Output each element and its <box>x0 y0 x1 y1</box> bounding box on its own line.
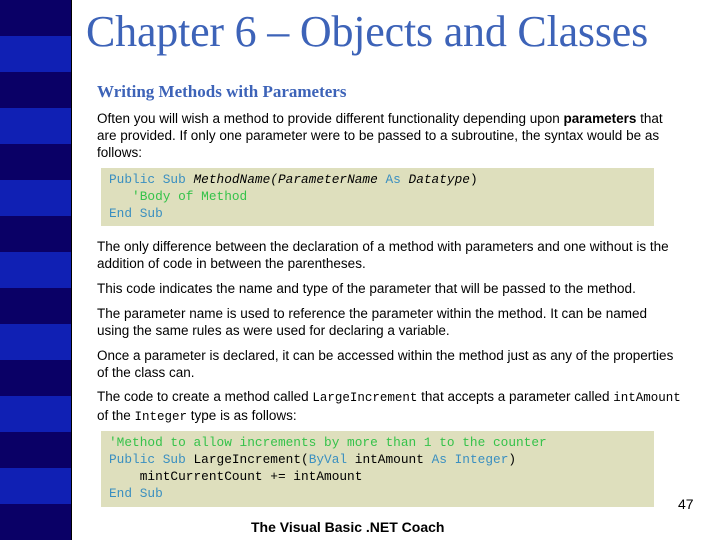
sidebar-band <box>0 468 71 504</box>
inline-code: LargeIncrement <box>312 391 418 405</box>
sidebar-band <box>0 252 71 288</box>
paragraph-indicates: This code indicates the name and type of… <box>97 281 636 296</box>
inline-code: intAmount <box>613 391 681 405</box>
sidebar-band <box>0 396 71 432</box>
code-block-syntax: Public Sub MethodName(ParameterName As D… <box>101 168 654 226</box>
code-text: LargeIncrement( <box>193 452 309 467</box>
code-comment: 'Body of Method <box>132 189 248 204</box>
text: that accepts a parameter called <box>417 389 614 404</box>
sidebar-band <box>0 180 71 216</box>
code-keyword: ByVal <box>308 452 348 467</box>
code-text: intAmount <box>347 452 432 467</box>
slide-title: Chapter 6 – Objects and Classes <box>86 7 649 56</box>
sidebar-band <box>0 324 71 360</box>
page-number: 47 <box>678 496 694 512</box>
code-text: ) <box>508 452 517 467</box>
text: Often you will wish a method to provide … <box>97 111 564 126</box>
sidebar-band <box>0 36 71 72</box>
sidebar-band <box>0 108 71 144</box>
section-heading: Writing Methods with Parameters <box>97 82 347 101</box>
text: The code to create a method called <box>97 389 313 404</box>
footer-text: The Visual Basic .NET Coach <box>251 519 445 535</box>
sidebar-band <box>0 360 71 396</box>
code-keyword: Public Sub <box>109 172 194 187</box>
code-keyword: As <box>385 172 401 187</box>
code-keyword: End Sub <box>109 206 163 221</box>
code-keyword: End Sub <box>109 486 163 501</box>
decorative-sidebar <box>0 0 72 540</box>
paragraph-access: Once a parameter is declared, it can be … <box>97 348 674 380</box>
sidebar-band <box>0 288 71 324</box>
code-keyword: As Integer <box>431 452 509 467</box>
code-block-example: 'Method to allow increments by more than… <box>101 431 654 507</box>
text: of the <box>97 408 135 423</box>
code-keyword: Public Sub <box>109 452 194 467</box>
code-text: MethodName(ParameterName <box>193 172 386 187</box>
bold-term: parameters <box>563 111 637 126</box>
paragraph-intro: Often you will wish a method to provide … <box>97 110 682 161</box>
code-text: Datatype <box>400 172 470 187</box>
paragraph-difference: The only difference between the declarat… <box>97 239 669 271</box>
paragraph-param-name: The parameter name is used to reference … <box>97 306 648 338</box>
sidebar-band <box>0 216 71 252</box>
code-text: mintCurrentCount += intAmount <box>109 469 363 484</box>
text: type is as follows: <box>187 408 297 423</box>
code-comment: 'Method to allow increments by more than… <box>109 435 547 450</box>
inline-code: Integer <box>134 410 188 424</box>
sidebar-band <box>0 72 71 108</box>
code-text: ) <box>469 172 478 187</box>
sidebar-band <box>0 432 71 468</box>
sidebar-band <box>0 144 71 180</box>
sidebar-band <box>0 0 71 36</box>
paragraph-example-intro: The code to create a method called Large… <box>97 388 682 426</box>
sidebar-band <box>0 504 71 540</box>
